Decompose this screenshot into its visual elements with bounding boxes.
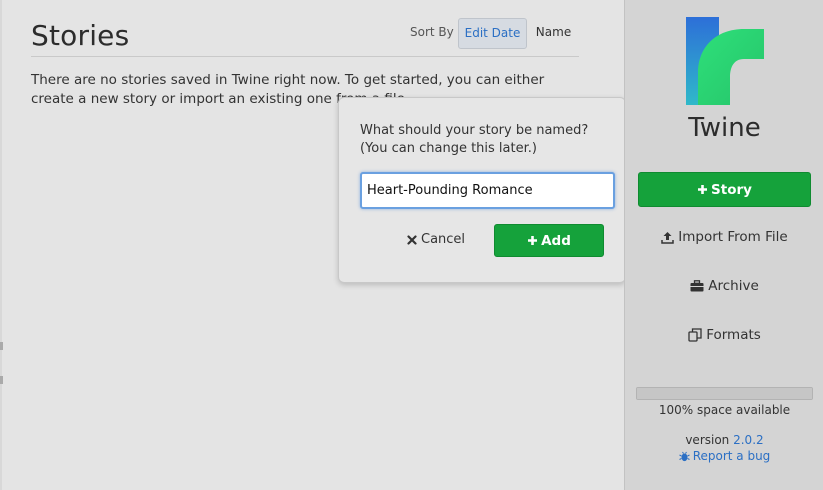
plus-icon (697, 184, 708, 195)
storage-progress-bar (636, 387, 813, 400)
version-info: version 2.0.2 (625, 433, 823, 447)
sidebar: Twine Story Import From File Archive For… (624, 0, 823, 490)
new-story-label: Story (711, 181, 752, 198)
storage-progress-fill (637, 388, 812, 399)
report-bug-link[interactable]: Report a bug (625, 449, 823, 463)
add-story-button[interactable]: Add (494, 224, 604, 257)
app-name: Twine (688, 113, 761, 143)
bug-icon (678, 451, 690, 462)
copy-icon (688, 328, 702, 342)
version-number[interactable]: 2.0.2 (733, 433, 764, 447)
library-header: Stories Sort By Edit Date Name (31, 16, 579, 57)
new-story-popup: What should your story be named? (You ca… (338, 97, 626, 283)
formats-button[interactable]: Formats (625, 327, 823, 343)
new-story-button[interactable]: Story (638, 172, 811, 207)
sort-by-label: Sort By (410, 25, 454, 39)
sort-name-button[interactable]: Name (531, 18, 576, 49)
import-label: Import From File (678, 229, 788, 245)
window-edge (0, 0, 2, 490)
archive-button[interactable]: Archive (625, 278, 823, 294)
cancel-button[interactable]: Cancel (407, 225, 467, 255)
twine-logo (686, 17, 764, 105)
edge-marker (0, 376, 3, 384)
sort-edit-date-button[interactable]: Edit Date (458, 18, 527, 49)
upload-icon (661, 231, 675, 244)
plus-icon (527, 235, 538, 246)
close-icon (407, 235, 417, 245)
story-name-input[interactable] (360, 172, 615, 209)
briefcase-icon (690, 280, 704, 292)
formats-label: Formats (706, 327, 761, 343)
edge-marker (0, 342, 3, 350)
report-bug-label: Report a bug (692, 449, 771, 463)
page-title: Stories (31, 19, 130, 52)
cancel-label: Cancel (421, 232, 466, 247)
story-name-prompt: What should your story be named? (You ca… (360, 122, 610, 158)
archive-label: Archive (708, 278, 759, 294)
prompt-line: What should your story be named? (360, 123, 589, 138)
version-prefix: version (685, 433, 730, 447)
add-label: Add (541, 232, 571, 249)
prompt-hint: (You can change this later.) (360, 141, 537, 156)
space-available-text: 100% space available (658, 403, 791, 417)
import-from-file-button[interactable]: Import From File (625, 229, 823, 245)
